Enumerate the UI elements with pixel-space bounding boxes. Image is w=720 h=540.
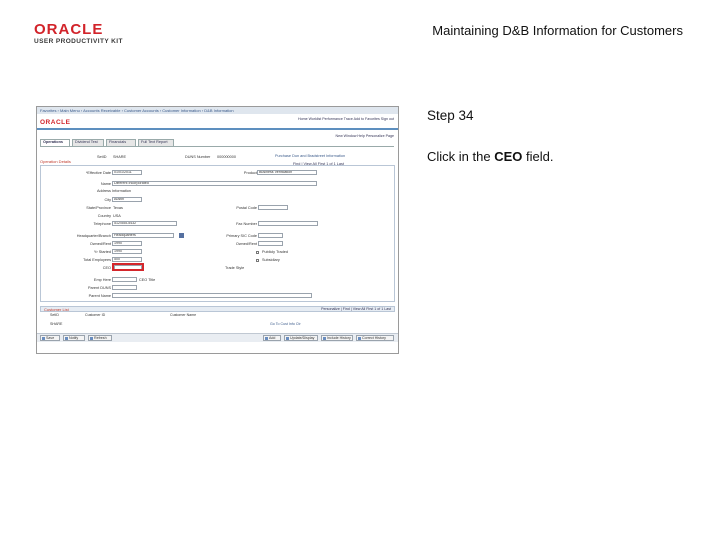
save-button[interactable]: Save [40,335,60,341]
city-label: City [104,198,111,202]
hq-branch-select[interactable]: Headquarters [112,233,174,238]
update-icon [286,337,289,340]
subsidiary-label: Subsidiary [262,258,280,262]
address-label: Address Information [97,189,131,193]
product-select[interactable]: Business Verification [257,170,317,175]
step-instruction: Click in the CEO field. [427,149,553,164]
effective-date-label: *Effective Date [85,171,111,175]
ceo-field-highlight [112,263,144,271]
header-divider [37,128,398,130]
app-logo: ORACLE [40,119,71,126]
telephone-field[interactable]: 512/555-5432 [112,221,177,226]
notify-button[interactable]: Notify [63,335,85,341]
publicly-traded-checkbox[interactable] [256,251,259,254]
add-icon [265,337,268,340]
tab-divider [40,146,394,147]
primary-sic-field[interactable] [258,233,283,238]
yr-started-field[interactable]: 1990 [112,249,142,254]
customer-list-columns: SetID Customer ID Customer Name [40,313,395,319]
instruction-prefix: Click in the [427,149,495,164]
upk-logo-text: USER PRODUCTIVITY KIT [34,38,123,45]
setid-value: SHARE [113,155,127,159]
purchase-link[interactable]: Purchase Dun and Bradstreet Information [275,154,345,159]
postal-code-label: Postal Code [236,206,257,210]
parent-name-field[interactable] [112,293,312,298]
col-setid: SetID [50,313,59,317]
duns-value: 000000000 [217,155,237,159]
total-employees-field[interactable]: 500 [112,257,142,262]
breadcrumb-bar: Favorites › Main Menu › Accounts Receiva… [37,107,398,114]
emp-here-suffix: CEO Title [139,278,156,282]
emp-here-label: Emp Here [93,278,111,282]
header-links[interactable]: Home Worklist Performance Trace Add to F… [298,117,394,122]
notify-icon [65,337,68,340]
state-label: State/Province [86,206,111,210]
customer-list-nav[interactable]: Personalize | Find | View All First 1 of… [321,307,391,312]
parent-duns-label: Parent DUNS [87,286,111,290]
include-history-button[interactable]: Include History [321,335,353,341]
postal-code-field[interactable] [258,205,288,210]
history-icon [323,337,326,340]
oracle-logo-text: ORACLE [34,21,104,38]
dropdown-icon[interactable] [179,233,184,238]
col-customer-id: Customer ID [85,313,106,317]
go-to-cust-link[interactable]: Go To Cust Info Ctr [270,322,301,327]
duns-label: DUNS Number [185,155,211,159]
publicly-traded-label: Publicly Traded [262,250,288,254]
trade-style-label: Trade Style [225,266,245,270]
parent-name-label: Parent Name [88,294,111,298]
refresh-icon [90,337,93,340]
hq-branch-label: Headquarter/Branch [76,234,111,238]
country-value: USA [113,214,121,218]
customer-list-header: Customer List Personalize | Find | View … [40,306,395,312]
fax-label: Fax Number [236,222,257,226]
col-customer-name: Customer Name [170,313,197,317]
parent-duns-field[interactable] [112,285,137,290]
tab-financials[interactable]: Financials [106,139,136,146]
owned-rent-select[interactable] [258,241,283,246]
telephone-label: Telephone [93,222,111,226]
application-screenshot: Favorites › Main Menu › Accounts Receiva… [36,106,399,354]
update-display-button[interactable]: Update/Display [284,335,318,341]
bottom-toolbar: Save Notify Refresh Add Update/Display I… [37,333,398,342]
tab-dividend-test[interactable]: Dividend Test [72,139,104,146]
save-icon [42,337,45,340]
instruction-suffix: field. [522,149,554,164]
breadcrumb[interactable]: Favorites › Main Menu › Accounts Receiva… [40,108,234,113]
section-title: Operation Details [40,159,71,164]
subsidiary-checkbox[interactable] [256,259,259,262]
step-number: Step 34 [427,108,474,123]
add-button[interactable]: Add [263,335,281,341]
product-label: Product [243,171,257,175]
emp-here-field[interactable] [112,277,137,282]
document-title: Maintaining D&B Information for Customer… [432,23,683,38]
refresh-button[interactable]: Refresh [88,335,112,341]
primary-sic-label: Primary SIC Code [226,234,257,238]
page-links[interactable]: New Window Help Personalize Page [335,134,394,139]
owned-rent-right-label: Owned/Rent [235,242,257,246]
setid-label: SetID [97,155,107,159]
tab-operations[interactable]: Operations [40,139,70,146]
state-value: Texas [113,206,123,210]
ceo-label: CEO [102,266,111,270]
city-field[interactable]: Austin [112,197,142,202]
yr-started-label: Yr Started [93,250,111,254]
customer-list-title: Customer List [44,307,69,312]
tab-full-text-report[interactable]: Full Text Report [138,139,174,146]
table-row: SHARE Go To Cust Info Ctr [40,322,395,328]
name-field[interactable]: Different Incorporated [112,181,317,186]
correct-history-button[interactable]: Correct History [356,335,394,341]
total-employees-label: Total Employees [83,258,111,262]
correct-history-icon [358,337,361,340]
instruction-field: CEO [494,149,523,164]
owned-rent-field[interactable]: 1990 [112,241,142,246]
owned-rent-label: Owned/Rent [89,242,111,246]
oracle-upk-logo: ORACLE USER PRODUCTIVITY KIT [34,22,124,46]
country-label: Country [97,214,111,218]
row-setid: SHARE [50,322,63,326]
fax-field[interactable] [258,221,318,226]
effective-date-field[interactable]: 01/01/2011 [112,170,142,175]
name-label: Name [100,182,111,186]
